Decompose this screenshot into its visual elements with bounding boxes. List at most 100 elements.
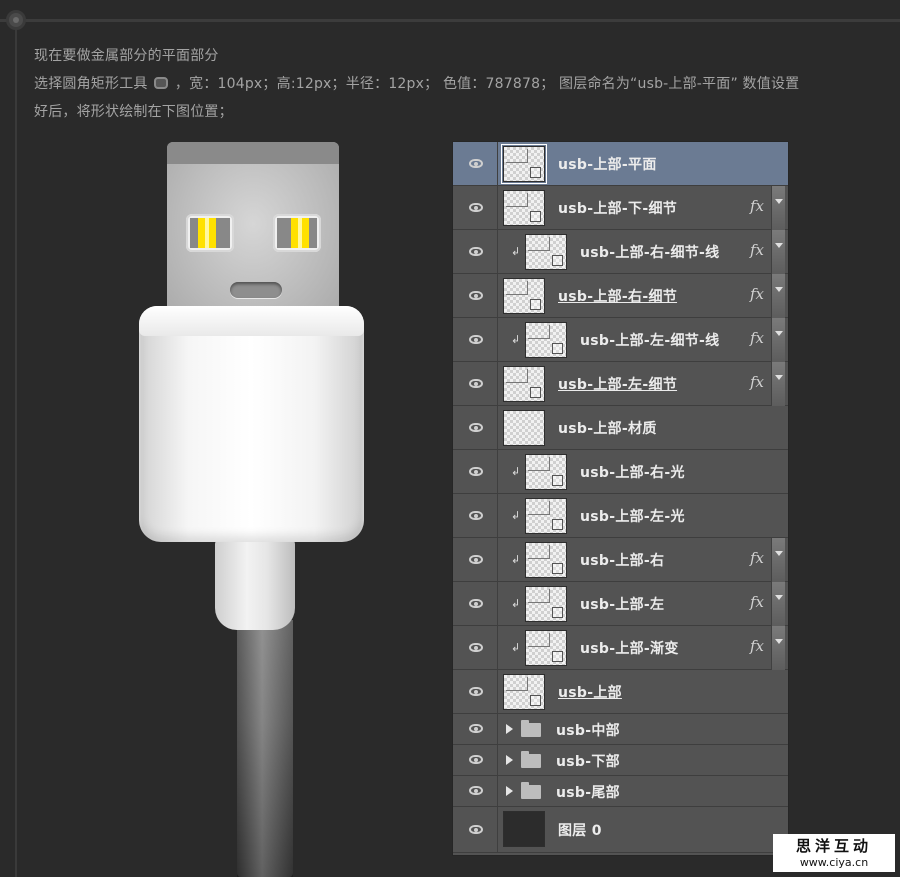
- layer-effects-icon[interactable]: fx: [750, 241, 764, 259]
- visibility-toggle[interactable]: [453, 274, 498, 317]
- layer-row[interactable]: ↲ usb-上部-右-光: [453, 450, 788, 494]
- vector-shape-icon: [552, 343, 563, 354]
- clipping-mask-icon: ↲: [511, 245, 521, 258]
- layer-name: usb-上部-右-光: [580, 465, 685, 481]
- layer-row[interactable]: ↲ usb-上部-左-细节-线 fx: [453, 318, 788, 362]
- layer-row[interactable]: ↲ usb-上部-右 fx: [453, 538, 788, 582]
- layer-row[interactable]: ↲ usb-上部-渐变 fx: [453, 626, 788, 670]
- effects-expand-arrow-icon[interactable]: [771, 626, 785, 670]
- usb-plastic-head: [139, 306, 364, 542]
- layer-thumbnail: [501, 144, 547, 184]
- eye-icon: [469, 825, 483, 834]
- layer-effects-icon[interactable]: fx: [750, 329, 764, 347]
- eye-icon: [469, 203, 483, 212]
- folder-icon: [521, 782, 541, 799]
- visibility-toggle[interactable]: [453, 362, 498, 405]
- layer-name: usb-上部-左: [580, 597, 665, 613]
- expand-triangle-icon[interactable]: [506, 755, 513, 765]
- instruction-line-2: 选择圆角矩形工具 ，宽：104px；高:12px；半径：12px； 色值：787…: [34, 70, 884, 98]
- folder-icon: [521, 720, 541, 737]
- layer-name: usb-上部-渐变: [580, 641, 679, 657]
- layer-effects-icon[interactable]: fx: [750, 593, 764, 611]
- clipping-mask-icon: ↲: [511, 333, 521, 346]
- vector-shape-icon: [552, 519, 563, 530]
- layer-thumbnail: [525, 498, 567, 534]
- layer-row[interactable]: ↲ usb-上部-左-光: [453, 494, 788, 538]
- usb-plastic-head-top: [139, 306, 364, 336]
- visibility-toggle[interactable]: [453, 745, 498, 775]
- effects-expand-arrow-icon[interactable]: [771, 318, 785, 362]
- effects-expand-arrow-icon[interactable]: [771, 186, 785, 230]
- layer-group-row[interactable]: usb-尾部: [453, 776, 788, 807]
- timeline-rail: [15, 20, 17, 877]
- instruction-line-2-suffix: ，宽：104px；高:12px；半径：12px； 色值：787878； 图层命名…: [174, 76, 800, 92]
- rounded-rect-tool-icon: [154, 77, 169, 89]
- layer-row[interactable]: ↲ usb-上部-右-细节-线 fx: [453, 230, 788, 274]
- layer-row[interactable]: usb-上部-下-细节 fx: [453, 186, 788, 230]
- visibility-toggle[interactable]: [453, 318, 498, 361]
- layer-name: 图层 0: [558, 823, 602, 839]
- layer-row[interactable]: ↲ usb-上部-左 fx: [453, 582, 788, 626]
- effects-expand-arrow-icon[interactable]: [771, 538, 785, 582]
- layer-effects-icon[interactable]: fx: [750, 285, 764, 303]
- visibility-toggle[interactable]: [453, 626, 498, 669]
- vector-shape-icon: [552, 651, 563, 662]
- layer-row[interactable]: usb-上部: [453, 670, 788, 714]
- layer-effects-icon[interactable]: fx: [750, 549, 764, 567]
- eye-icon: [469, 724, 483, 733]
- layer-thumbnail: [525, 234, 567, 270]
- layer-name: usb-上部-右-细节: [558, 289, 678, 305]
- vector-shape-icon: [552, 563, 563, 574]
- layer-name: usb-上部-左-光: [580, 509, 685, 525]
- vector-shape-icon: [530, 167, 541, 178]
- layer-thumbnail: [525, 454, 567, 490]
- visibility-toggle[interactable]: [453, 776, 498, 806]
- visibility-toggle[interactable]: [453, 186, 498, 229]
- eye-icon: [469, 599, 483, 608]
- instruction-text: 现在要做金属部分的平面部分 选择圆角矩形工具 ，宽：104px；高:12px；半…: [34, 42, 884, 126]
- watermark: 思洋互动 www.ciya.cn: [773, 834, 895, 872]
- visibility-toggle[interactable]: [453, 670, 498, 713]
- visibility-toggle[interactable]: [453, 230, 498, 273]
- layer-effects-icon[interactable]: fx: [750, 197, 764, 215]
- clipping-mask-icon: ↲: [511, 553, 521, 566]
- group-name: usb-下部: [556, 754, 620, 770]
- visibility-toggle[interactable]: [453, 538, 498, 581]
- instruction-line-3: 好后，将形状绘制在下图位置；: [34, 104, 233, 120]
- visibility-toggle[interactable]: [453, 406, 498, 449]
- visibility-toggle[interactable]: [453, 142, 498, 185]
- visibility-toggle[interactable]: [453, 450, 498, 493]
- vector-shape-icon: [530, 299, 541, 310]
- group-name: usb-中部: [556, 723, 620, 739]
- layer-effects-icon[interactable]: fx: [750, 373, 764, 391]
- usb-neck: [215, 540, 295, 630]
- expand-triangle-icon[interactable]: [506, 786, 513, 796]
- eye-icon: [469, 511, 483, 520]
- background-layer-row[interactable]: 图层 0: [453, 807, 788, 853]
- clipping-mask-icon: ↲: [511, 641, 521, 654]
- instruction-line-2-prefix: 选择圆角矩形工具: [34, 76, 148, 92]
- effects-expand-arrow-icon[interactable]: [771, 230, 785, 274]
- visibility-toggle[interactable]: [453, 494, 498, 537]
- vector-shape-icon: [552, 475, 563, 486]
- expand-triangle-icon[interactable]: [506, 724, 513, 734]
- layer-row[interactable]: usb-上部-左-细节 fx: [453, 362, 788, 406]
- layer-group-row[interactable]: usb-下部: [453, 745, 788, 776]
- visibility-toggle[interactable]: [453, 807, 498, 852]
- layer-row[interactable]: usb-上部-平面: [453, 142, 788, 186]
- visibility-toggle[interactable]: [453, 582, 498, 625]
- effects-expand-arrow-icon[interactable]: [771, 582, 785, 626]
- eye-icon: [469, 335, 483, 344]
- visibility-toggle[interactable]: [453, 714, 498, 744]
- eye-icon: [469, 467, 483, 476]
- layer-thumbnail: [525, 630, 567, 666]
- effects-expand-arrow-icon[interactable]: [771, 362, 785, 406]
- layer-row[interactable]: usb-上部-右-细节 fx: [453, 274, 788, 318]
- effects-expand-arrow-icon[interactable]: [771, 274, 785, 318]
- vector-shape-icon: [552, 607, 563, 618]
- layer-name: usb-上部-平面: [558, 157, 657, 173]
- layer-group-row[interactable]: usb-中部: [453, 714, 788, 745]
- layer-effects-icon[interactable]: fx: [750, 637, 764, 655]
- layer-row[interactable]: usb-上部-材质: [453, 406, 788, 450]
- vector-shape-icon: [530, 695, 541, 706]
